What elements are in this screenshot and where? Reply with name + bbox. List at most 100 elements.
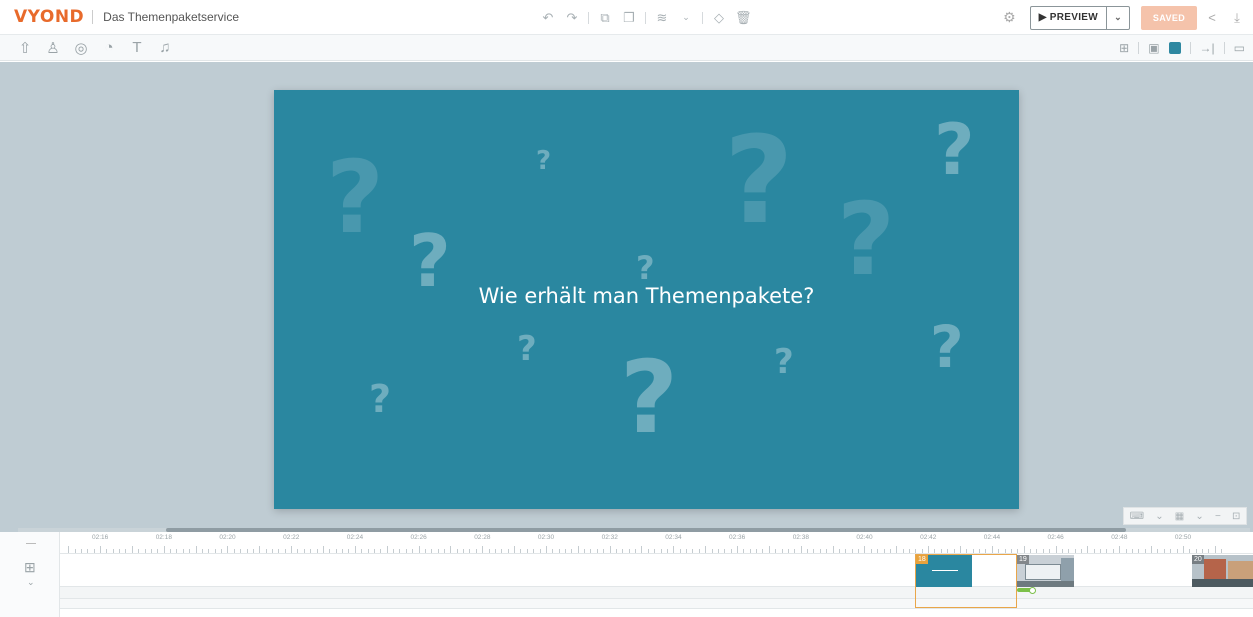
ruler-tick	[1144, 549, 1146, 553]
ruler-tick	[1004, 549, 1006, 553]
ruler-tick	[615, 549, 617, 553]
ruler-tick	[463, 549, 465, 553]
enter-effect-icon[interactable]: →|	[1200, 41, 1215, 55]
scene-canvas[interactable]: ? ? ? ? ? ? ? ? ? ? ? ? Wie erhält man T…	[274, 90, 1019, 509]
undo-icon[interactable]: ↶	[540, 10, 556, 26]
ruler-tick	[252, 549, 254, 553]
chevron-down-icon[interactable]: ⌄	[1155, 511, 1163, 522]
ruler-tick	[335, 549, 337, 553]
ruler-tick	[743, 549, 745, 553]
timeline-panel: ⊞ ⌄ 02:16 02:18 02:20 02:22 02:24 02:26 02:28 0…	[0, 532, 1253, 617]
ruler-tick	[692, 549, 694, 553]
ruler-tick	[170, 549, 172, 553]
ruler-tick	[947, 549, 949, 553]
ruler-tick	[240, 549, 242, 553]
keyboard-icon[interactable]: ⌨	[1130, 511, 1144, 522]
ruler-tick	[482, 546, 484, 553]
ruler-tick	[221, 549, 223, 553]
header-actions: ⚙ ▶ PREVIEW ⌄ SAVED < ⤓	[1003, 0, 1253, 35]
scene-track-icon[interactable]: ⊞	[24, 559, 36, 576]
time-label: 02:34	[665, 534, 682, 541]
text-icon[interactable]: T	[128, 39, 146, 57]
ruler-tick	[227, 546, 229, 553]
scene-thumbnail[interactable]: 18	[916, 555, 972, 587]
ruler-tick	[635, 549, 637, 553]
building-illustration	[1061, 558, 1074, 582]
scene-title-text[interactable]: Wie erhält man Themenpakete?	[274, 284, 1019, 308]
ruler-tick	[1074, 549, 1076, 553]
time-label: 02:24	[346, 534, 364, 541]
collapse-handle[interactable]	[26, 543, 36, 544]
ruler-tick	[182, 549, 184, 553]
scene-layout-icon[interactable]: ⊞	[1119, 41, 1129, 55]
scene-thumbnail[interactable]: 19	[1017, 555, 1074, 587]
copy-icon[interactable]: ⧉	[597, 10, 613, 26]
ruler-tick	[1042, 549, 1044, 553]
background-color-swatch[interactable]	[1168, 42, 1181, 54]
ruler-tick	[386, 546, 388, 553]
ruler-tick	[399, 549, 401, 553]
download-icon[interactable]: ⤓	[1227, 10, 1247, 26]
ruler-tick	[367, 549, 369, 553]
ruler-tick	[1119, 546, 1121, 553]
ruler-tick	[609, 546, 611, 553]
ruler-tick	[571, 549, 573, 553]
camera-icon[interactable]: ▭	[1234, 41, 1245, 55]
ruler-tick	[1080, 549, 1082, 553]
layers-icon[interactable]: ≋	[654, 10, 670, 26]
upload-icon[interactable]: ⇧	[16, 39, 34, 57]
ruler-tick	[584, 549, 586, 553]
ruler-tick	[329, 549, 331, 553]
ruler-tick	[405, 549, 407, 553]
background-image-icon[interactable]: ▣	[1148, 41, 1159, 55]
ruler-tick	[303, 549, 305, 553]
grid-icon[interactable]: ▦	[1175, 511, 1184, 522]
ruler-tick	[730, 549, 732, 553]
zoom-out-icon[interactable]: −	[1215, 511, 1221, 522]
share-icon[interactable]: <	[1202, 10, 1222, 25]
audio-marker-handle[interactable]	[1029, 587, 1036, 594]
ruler-tick	[921, 549, 923, 553]
timeline-ruler[interactable]: 02:16 02:18 02:20 02:22 02:24 02:26 02:28 02:30…	[60, 532, 1253, 554]
ruler-tick	[845, 549, 847, 553]
ruler-tick	[1163, 549, 1165, 553]
ruler-tick	[456, 549, 458, 553]
project-title[interactable]: Das Themenpaketservice	[103, 10, 239, 24]
time-label: 02:28	[474, 534, 491, 541]
audio-track-2[interactable]	[60, 599, 1253, 609]
ruler-tick	[265, 549, 267, 553]
character-icon[interactable]: ♙	[44, 39, 62, 57]
ruler-tick	[590, 549, 592, 553]
ruler-tick	[1100, 549, 1102, 553]
preview-button[interactable]: ▶ PREVIEW ⌄	[1029, 5, 1130, 30]
ruler-tick	[756, 549, 758, 553]
chevron-down-icon[interactable]: ⌄	[678, 12, 694, 23]
props-icon[interactable]: ◎	[72, 39, 90, 57]
ruler-tick	[641, 546, 643, 553]
redo-icon[interactable]: ↷	[564, 10, 580, 26]
chevron-down-icon[interactable]: ⌄	[1195, 511, 1203, 522]
preview-label[interactable]: ▶ PREVIEW	[1031, 6, 1107, 29]
fit-screen-icon[interactable]: ⊡	[1232, 511, 1240, 522]
ruler-tick	[737, 546, 738, 553]
ruler-tick	[979, 549, 981, 553]
eraser-icon[interactable]: ◇	[711, 10, 727, 26]
music-icon[interactable]: ♫	[156, 39, 174, 57]
chevron-down-icon[interactable]: ⌄	[1107, 12, 1129, 23]
ruler-tick	[826, 549, 828, 553]
chevron-down-icon[interactable]: ⌄	[27, 577, 35, 588]
gear-icon[interactable]: ⚙	[1003, 9, 1016, 26]
ruler-tick	[1036, 549, 1038, 553]
saved-button[interactable]: SAVED	[1141, 5, 1197, 30]
scene-track[interactable]	[60, 554, 1253, 587]
paste-icon[interactable]: ❐	[621, 10, 637, 26]
scene-thumbnail[interactable]: 20	[1192, 555, 1253, 587]
trash-icon[interactable]: 🗑	[735, 10, 752, 26]
vyond-logo[interactable]: VYOND	[14, 7, 84, 27]
ruler-tick	[526, 549, 528, 553]
ruler-tick	[660, 549, 662, 553]
charts-icon[interactable]: ◔	[100, 39, 118, 57]
audio-track[interactable]	[60, 587, 1253, 599]
ruler-tick	[807, 549, 809, 553]
ruler-tick	[271, 549, 273, 553]
